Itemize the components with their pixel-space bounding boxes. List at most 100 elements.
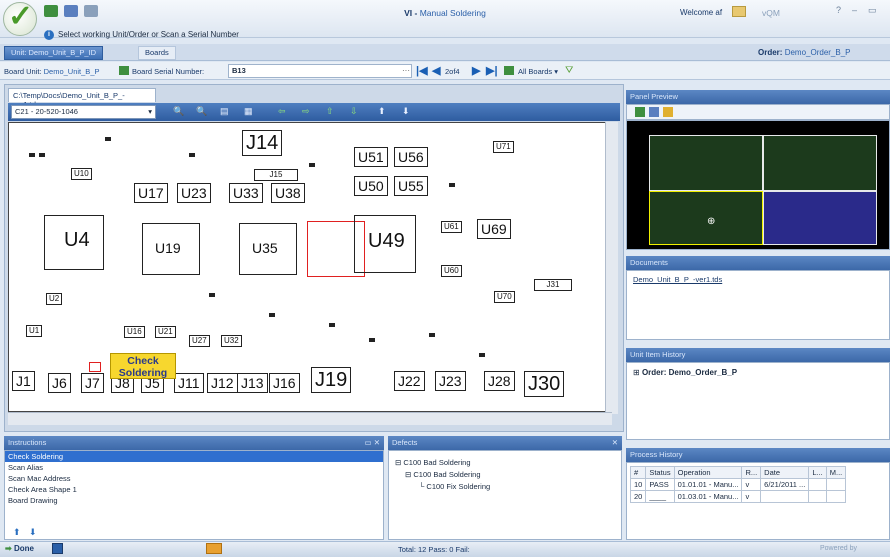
ref-j7[interactable]: J7: [81, 373, 104, 393]
zoom-in-icon[interactable]: 🔍: [173, 106, 184, 117]
arrow-up-icon[interactable]: ⇧: [326, 106, 334, 117]
preview-board-2[interactable]: [763, 135, 877, 191]
component-select[interactable]: C21 - 20-520-1046 ▾: [11, 105, 156, 119]
preview-board-3[interactable]: [649, 191, 763, 245]
zoom-out-icon[interactable]: 🔍: [196, 106, 207, 117]
ref-j16[interactable]: J16: [269, 373, 300, 393]
preview-board-icon[interactable]: [635, 107, 645, 117]
grid-icon[interactable]: ▦: [244, 106, 253, 117]
instruction-item-scan-mac[interactable]: Scan Mac Address: [5, 473, 383, 484]
check-soldering-callout[interactable]: Check Soldering: [110, 353, 176, 379]
doc-tab[interactable]: C:\Temp\Docs\Demo_Unit_B_P_-ver1.tds: [8, 88, 156, 109]
ref-j6[interactable]: J6: [48, 373, 71, 393]
panel-preview[interactable]: ⊕: [626, 120, 890, 250]
ref-u55[interactable]: U55: [394, 176, 428, 196]
preview-folder-icon[interactable]: [663, 107, 673, 117]
done-button[interactable]: ➡ Done: [5, 544, 34, 553]
preview-panel-icon[interactable]: [649, 107, 659, 117]
col-date[interactable]: Date: [760, 466, 810, 479]
col-l[interactable]: L...: [808, 466, 827, 479]
tab-boards[interactable]: Boards: [138, 46, 176, 60]
nav-up-icon[interactable]: ⬆: [378, 106, 386, 117]
instruction-item-board-drawing[interactable]: Board Drawing: [5, 495, 383, 506]
col-operation[interactable]: Operation: [673, 466, 743, 479]
ref-u10[interactable]: U10: [71, 168, 92, 180]
ref-u61[interactable]: U61: [441, 221, 462, 233]
ref-u2[interactable]: U2: [46, 293, 63, 305]
save-icon[interactable]: [52, 543, 63, 554]
nav-down-icon[interactable]: ⬇: [402, 106, 410, 117]
ref-j30[interactable]: J30: [524, 371, 565, 397]
ref-u56[interactable]: U56: [394, 147, 428, 167]
instruction-item-scan-alias[interactable]: Scan Alias: [5, 462, 383, 473]
ref-u4[interactable]: U4: [61, 228, 93, 252]
ref-u69[interactable]: U69: [477, 219, 511, 239]
ref-u17[interactable]: U17: [134, 183, 168, 203]
document-link[interactable]: Demo_Unit_B_P_-ver1.tds: [633, 275, 722, 284]
ref-j23[interactable]: J23: [435, 371, 466, 391]
ref-u51[interactable]: U51: [354, 147, 388, 167]
ref-j13[interactable]: J13: [237, 373, 268, 393]
col-number[interactable]: #: [629, 466, 647, 479]
ref-u38[interactable]: U38: [271, 183, 305, 203]
defect-node-2[interactable]: ⊟ C100 Bad Soldering: [405, 470, 481, 479]
ref-u70[interactable]: U70: [494, 291, 515, 303]
col-r[interactable]: R...: [741, 466, 762, 479]
defect-node-3[interactable]: └ C100 Fix Soldering: [419, 482, 490, 491]
order-tree-node[interactable]: ⊞ Order: Demo_Order_B_P: [633, 368, 737, 377]
vertical-scrollbar[interactable]: [605, 122, 618, 414]
table-row[interactable]: 10 PASS 01.01.01 - Manu... v 6/21/2011 .…: [629, 478, 847, 491]
ref-u60[interactable]: U60: [441, 265, 462, 277]
move-up-icon[interactable]: ⬆: [13, 527, 21, 538]
help-button[interactable]: ?: [836, 5, 841, 15]
ref-j28[interactable]: J28: [484, 371, 515, 391]
preview-board-4[interactable]: [763, 191, 877, 245]
check-marker[interactable]: [89, 362, 101, 372]
restore-button[interactable]: ▭: [868, 5, 877, 16]
ref-u50[interactable]: U50: [354, 176, 388, 196]
ref-u16[interactable]: U16: [124, 326, 145, 338]
ref-j14[interactable]: J14: [242, 130, 283, 156]
col-status[interactable]: Status: [645, 466, 675, 479]
prev-board-button[interactable]: ◀: [432, 64, 440, 77]
filter-icon[interactable]: ⛛: [565, 65, 573, 76]
ref-u23[interactable]: U23: [177, 183, 211, 203]
preview-board-1[interactable]: [649, 135, 763, 191]
page-icon[interactable]: ▤: [220, 106, 229, 117]
ref-u71[interactable]: U71: [493, 141, 514, 153]
defect-node-1[interactable]: ⊟ C100 Bad Soldering: [395, 458, 471, 467]
ref-j1[interactable]: J1: [12, 371, 35, 391]
ref-j12[interactable]: J12: [207, 373, 238, 393]
ref-u1[interactable]: U1: [26, 325, 43, 337]
instruction-item-check-area[interactable]: Check Area Shape 1: [5, 484, 383, 495]
table-row[interactable]: 20 ____ 01.03.01 - Manu... v: [629, 490, 847, 503]
arrow-down-icon[interactable]: ⇩: [350, 106, 358, 117]
arrow-left-icon[interactable]: ⇦: [278, 106, 286, 117]
col-m[interactable]: M...: [825, 466, 847, 479]
ref-u21[interactable]: U21: [155, 326, 176, 338]
user-icon[interactable]: [732, 6, 746, 17]
ref-u35[interactable]: U35: [249, 239, 281, 257]
warning-icon[interactable]: [206, 543, 222, 554]
ref-u32[interactable]: U32: [221, 335, 242, 347]
ref-u19[interactable]: U19: [152, 239, 184, 257]
ref-j19[interactable]: J19: [311, 367, 352, 393]
ref-j22[interactable]: J22: [394, 371, 425, 391]
last-board-button[interactable]: ▶|: [486, 64, 498, 77]
serial-number-field[interactable]: B13: [228, 64, 412, 78]
tab-unit[interactable]: Unit: Demo_Unit_B_P_ID: [4, 46, 104, 60]
ref-u33[interactable]: U33: [229, 183, 263, 203]
instruction-item-check-soldering[interactable]: Check Soldering: [5, 451, 383, 462]
horizontal-scrollbar[interactable]: [8, 412, 612, 425]
ref-j15[interactable]: J15: [254, 169, 298, 181]
ref-j11[interactable]: J11: [174, 373, 204, 393]
next-board-button[interactable]: ▶: [472, 64, 480, 77]
ref-u27[interactable]: U27: [189, 335, 210, 347]
ref-j31[interactable]: J31: [534, 279, 572, 291]
arrow-right-icon[interactable]: ⇨: [302, 106, 310, 117]
move-down-icon[interactable]: ⬇: [29, 527, 37, 538]
first-board-button[interactable]: |◀: [416, 64, 428, 77]
minimize-button[interactable]: –: [852, 5, 857, 15]
more-icon[interactable]: ···: [402, 66, 410, 75]
board-drawing[interactable]: J14 U51 U56 U50 U55 U17 U23 U33 U38 U10 …: [8, 122, 612, 412]
